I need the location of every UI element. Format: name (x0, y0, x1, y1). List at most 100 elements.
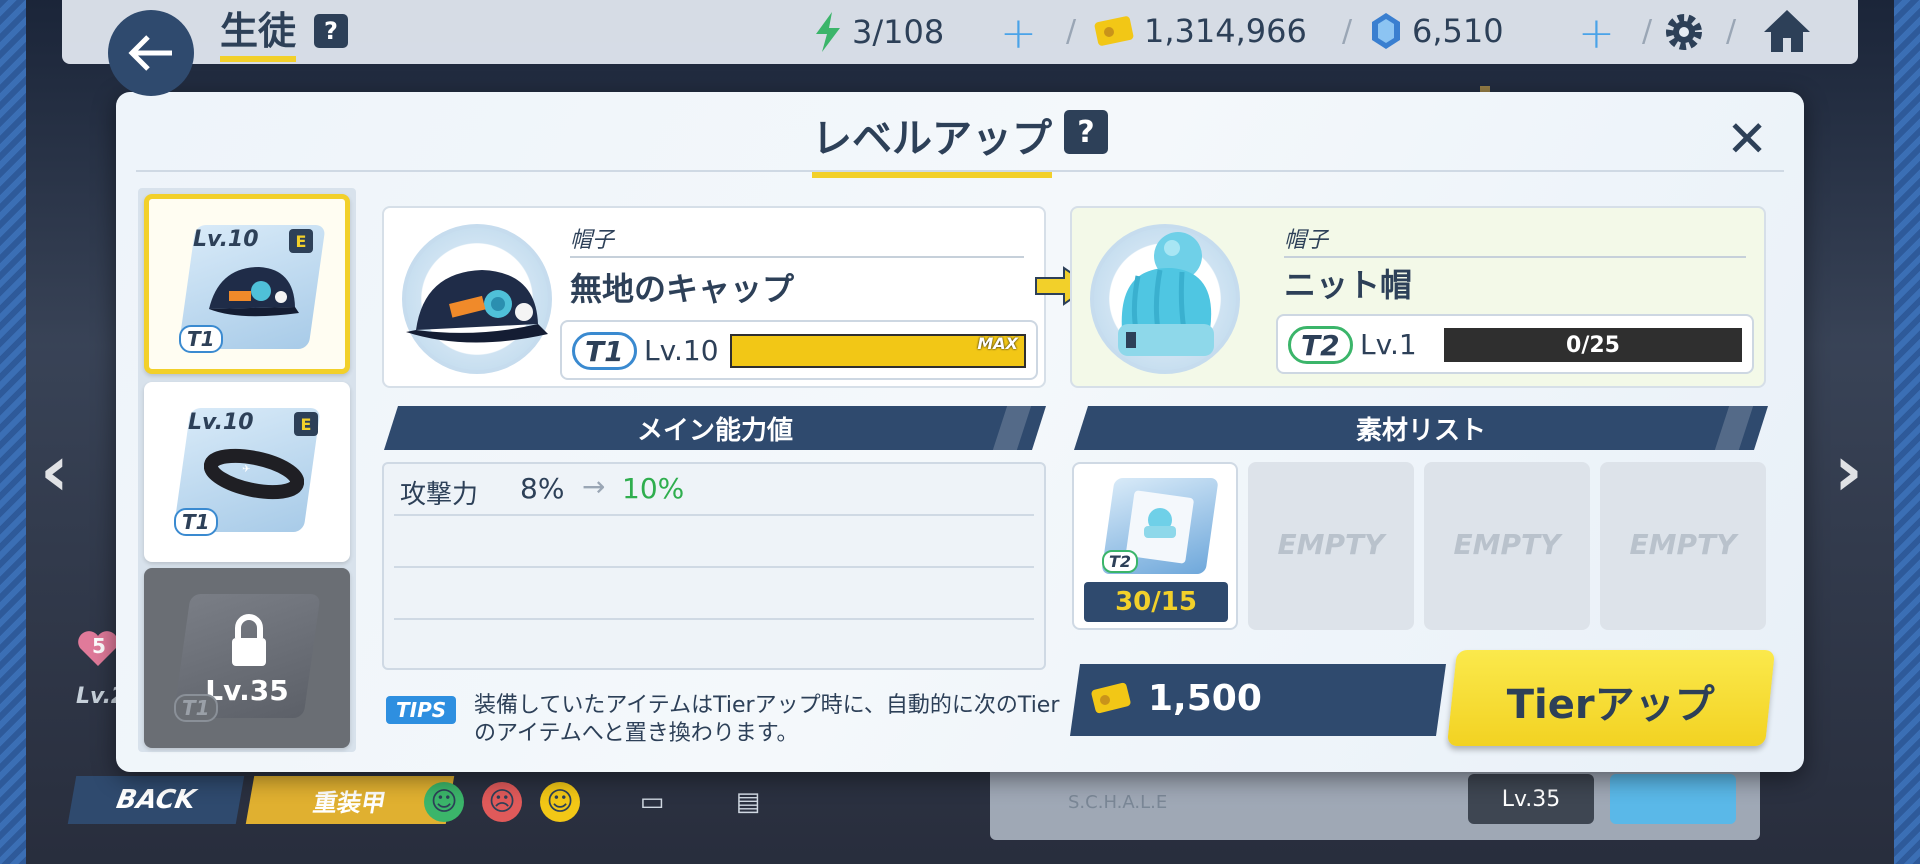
credit-icon (1090, 682, 1132, 716)
prev-student-arrow[interactable]: ‹ (40, 430, 69, 512)
svg-text:✈: ✈ (242, 464, 250, 475)
material-slot-empty: EMPTY (1248, 462, 1414, 630)
back-arrow-button[interactable] (108, 10, 194, 96)
current-tier-badge: T1 (572, 332, 637, 370)
home-icon[interactable] (1762, 8, 1812, 54)
close-button[interactable]: ✕ (1726, 110, 1768, 168)
headband-icon: ✈ (204, 448, 304, 500)
current-item-category: 帽子 (570, 228, 615, 253)
heart-icon: 5 (76, 628, 120, 672)
next-exp-value: 0/25 (1566, 333, 1620, 358)
ap-counter: 3/108 (814, 12, 944, 52)
bottom-back-button[interactable]: BACK (67, 776, 245, 824)
material-slot[interactable]: T2 30/15 (1072, 462, 1238, 630)
stat-arrow-icon: → (582, 470, 606, 503)
category-divider (570, 256, 1024, 258)
next-exp-bar: 0/25 (1444, 328, 1742, 362)
ap-plus-button[interactable]: + (1000, 8, 1037, 59)
gear-icon[interactable] (1662, 10, 1706, 54)
next-tier-badge: T2 (1288, 326, 1353, 364)
current-level: Lv.10 (644, 334, 719, 367)
empty-label: EMPTY (1629, 528, 1737, 561)
card-tier: T1 (174, 694, 218, 722)
next-level: Lv.1 (1360, 328, 1417, 361)
right-border-stripes (1894, 0, 1920, 864)
title-help-button[interactable]: ? (314, 14, 348, 48)
knit-hat-icon (1118, 232, 1214, 356)
current-level-box: T1 Lv.10 MAX (560, 320, 1038, 380)
modal-title: レベルアップ? (116, 106, 1804, 178)
card-tier: T1 (179, 325, 223, 353)
equipment-card-locked[interactable]: Lv.35 T1 (144, 568, 350, 748)
empty-label: EMPTY (1277, 528, 1385, 561)
phone-icon[interactable]: ▭ (632, 782, 672, 822)
stat-row: 攻撃力 8% → 10% (394, 464, 1034, 516)
page-title: 生徒 (220, 6, 297, 62)
gem-plus-button[interactable]: + (1578, 8, 1615, 59)
stat-current: 8% (520, 472, 565, 505)
material-tier: T2 (1102, 550, 1139, 573)
cap-icon (406, 270, 548, 343)
divider: / (1066, 14, 1077, 49)
divider: / (1642, 14, 1653, 49)
tips-badge: TIPS (386, 696, 457, 724)
neutral-face-icon: ☺ (540, 782, 580, 822)
tier-up-label: Tierアップ (1506, 682, 1715, 728)
category-divider (1284, 256, 1746, 258)
card-grade: E (294, 412, 318, 436)
next-student-arrow[interactable]: › (1834, 430, 1863, 512)
enhance-button[interactable] (1610, 774, 1736, 824)
left-border-stripes (0, 0, 26, 864)
card-level: Lv.10 (193, 227, 259, 252)
energy-icon (816, 12, 840, 52)
gem-value: 6,510 (1412, 12, 1504, 50)
card-grade: E (289, 229, 313, 253)
modal-help-button[interactable]: ? (1064, 110, 1108, 154)
next-item-name: ニット帽 (1284, 266, 1413, 304)
divider: / (1726, 14, 1737, 49)
equipment-list: Lv.10 E T1 ✈ Lv.10 E T1 Lv.35 T1 (138, 188, 356, 752)
gem-counter: 6,510 (1370, 12, 1504, 50)
armor-type-badge: 重装甲 (245, 776, 455, 824)
next-item-panel: 帽子 ニット帽 T2 Lv.1 0/25 (1070, 206, 1766, 388)
top-bar: 生徒 ? 3/108 + / 1,314,966 / 6,510 + / / (62, 0, 1858, 64)
material-slot-empty: EMPTY (1424, 462, 1590, 630)
schale-label: S.C.H.A.L.E (1068, 792, 1168, 813)
current-level-bar: MAX (730, 334, 1026, 368)
current-item-name: 無地のキャップ (570, 270, 795, 308)
stats-box: 攻撃力 8% → 10% (382, 462, 1046, 670)
ap-value: 3/108 (852, 13, 945, 51)
divider: / (1342, 14, 1353, 49)
current-item-panel: 帽子 無地のキャップ T1 Lv.10 MAX (382, 206, 1046, 388)
char-level-right: Lv.35 (1468, 774, 1594, 824)
pyroxene-gem-icon (1372, 13, 1400, 49)
empty-label: EMPTY (1453, 528, 1561, 561)
angry-face-icon: ☹ (482, 782, 522, 822)
equipment-card-headband[interactable]: ✈ Lv.10 E T1 (144, 382, 350, 562)
lock-icon (232, 614, 266, 666)
material-slot-empty: EMPTY (1600, 462, 1766, 630)
cost-box: 1,500 (1070, 664, 1446, 736)
stat-next: 10% (622, 472, 685, 505)
notes-icon[interactable]: ▤ (728, 782, 768, 822)
bottom-right-panel: S.C.H.A.L.E Lv.35 (990, 760, 1760, 840)
happy-face-icon: ☺ (424, 782, 464, 822)
level-up-modal: レベルアップ? ✕ Lv.10 E T1 ✈ Lv.10 E T1 Lv.35 … (116, 92, 1804, 772)
equipment-card-cap[interactable]: Lv.10 E T1 (144, 194, 350, 374)
back-arrow-icon (128, 35, 172, 71)
material-count: 30/15 (1084, 582, 1228, 622)
next-level-box: T2 Lv.1 0/25 (1276, 314, 1754, 374)
tips-text: 装備していたアイテムはTierアップ時に、自動的に次のTierのアイテムへと置き… (474, 693, 1060, 746)
tier-up-button[interactable]: Tierアップ (1446, 650, 1776, 746)
max-label: MAX (977, 334, 1018, 353)
materials-header: 素材リスト (1074, 406, 1768, 450)
stat-row-empty (394, 568, 1034, 620)
bond-level: 5 (92, 634, 106, 658)
cost-value: 1,500 (1148, 678, 1262, 719)
credit-value: 1,314,966 (1144, 12, 1307, 50)
modal-title-text: レベルアップ (812, 106, 1052, 178)
credit-counter: 1,314,966 (1094, 12, 1307, 50)
title-divider (136, 170, 1784, 172)
card-level: Lv.10 (188, 410, 254, 435)
stats-header: メイン能力値 (384, 406, 1046, 450)
